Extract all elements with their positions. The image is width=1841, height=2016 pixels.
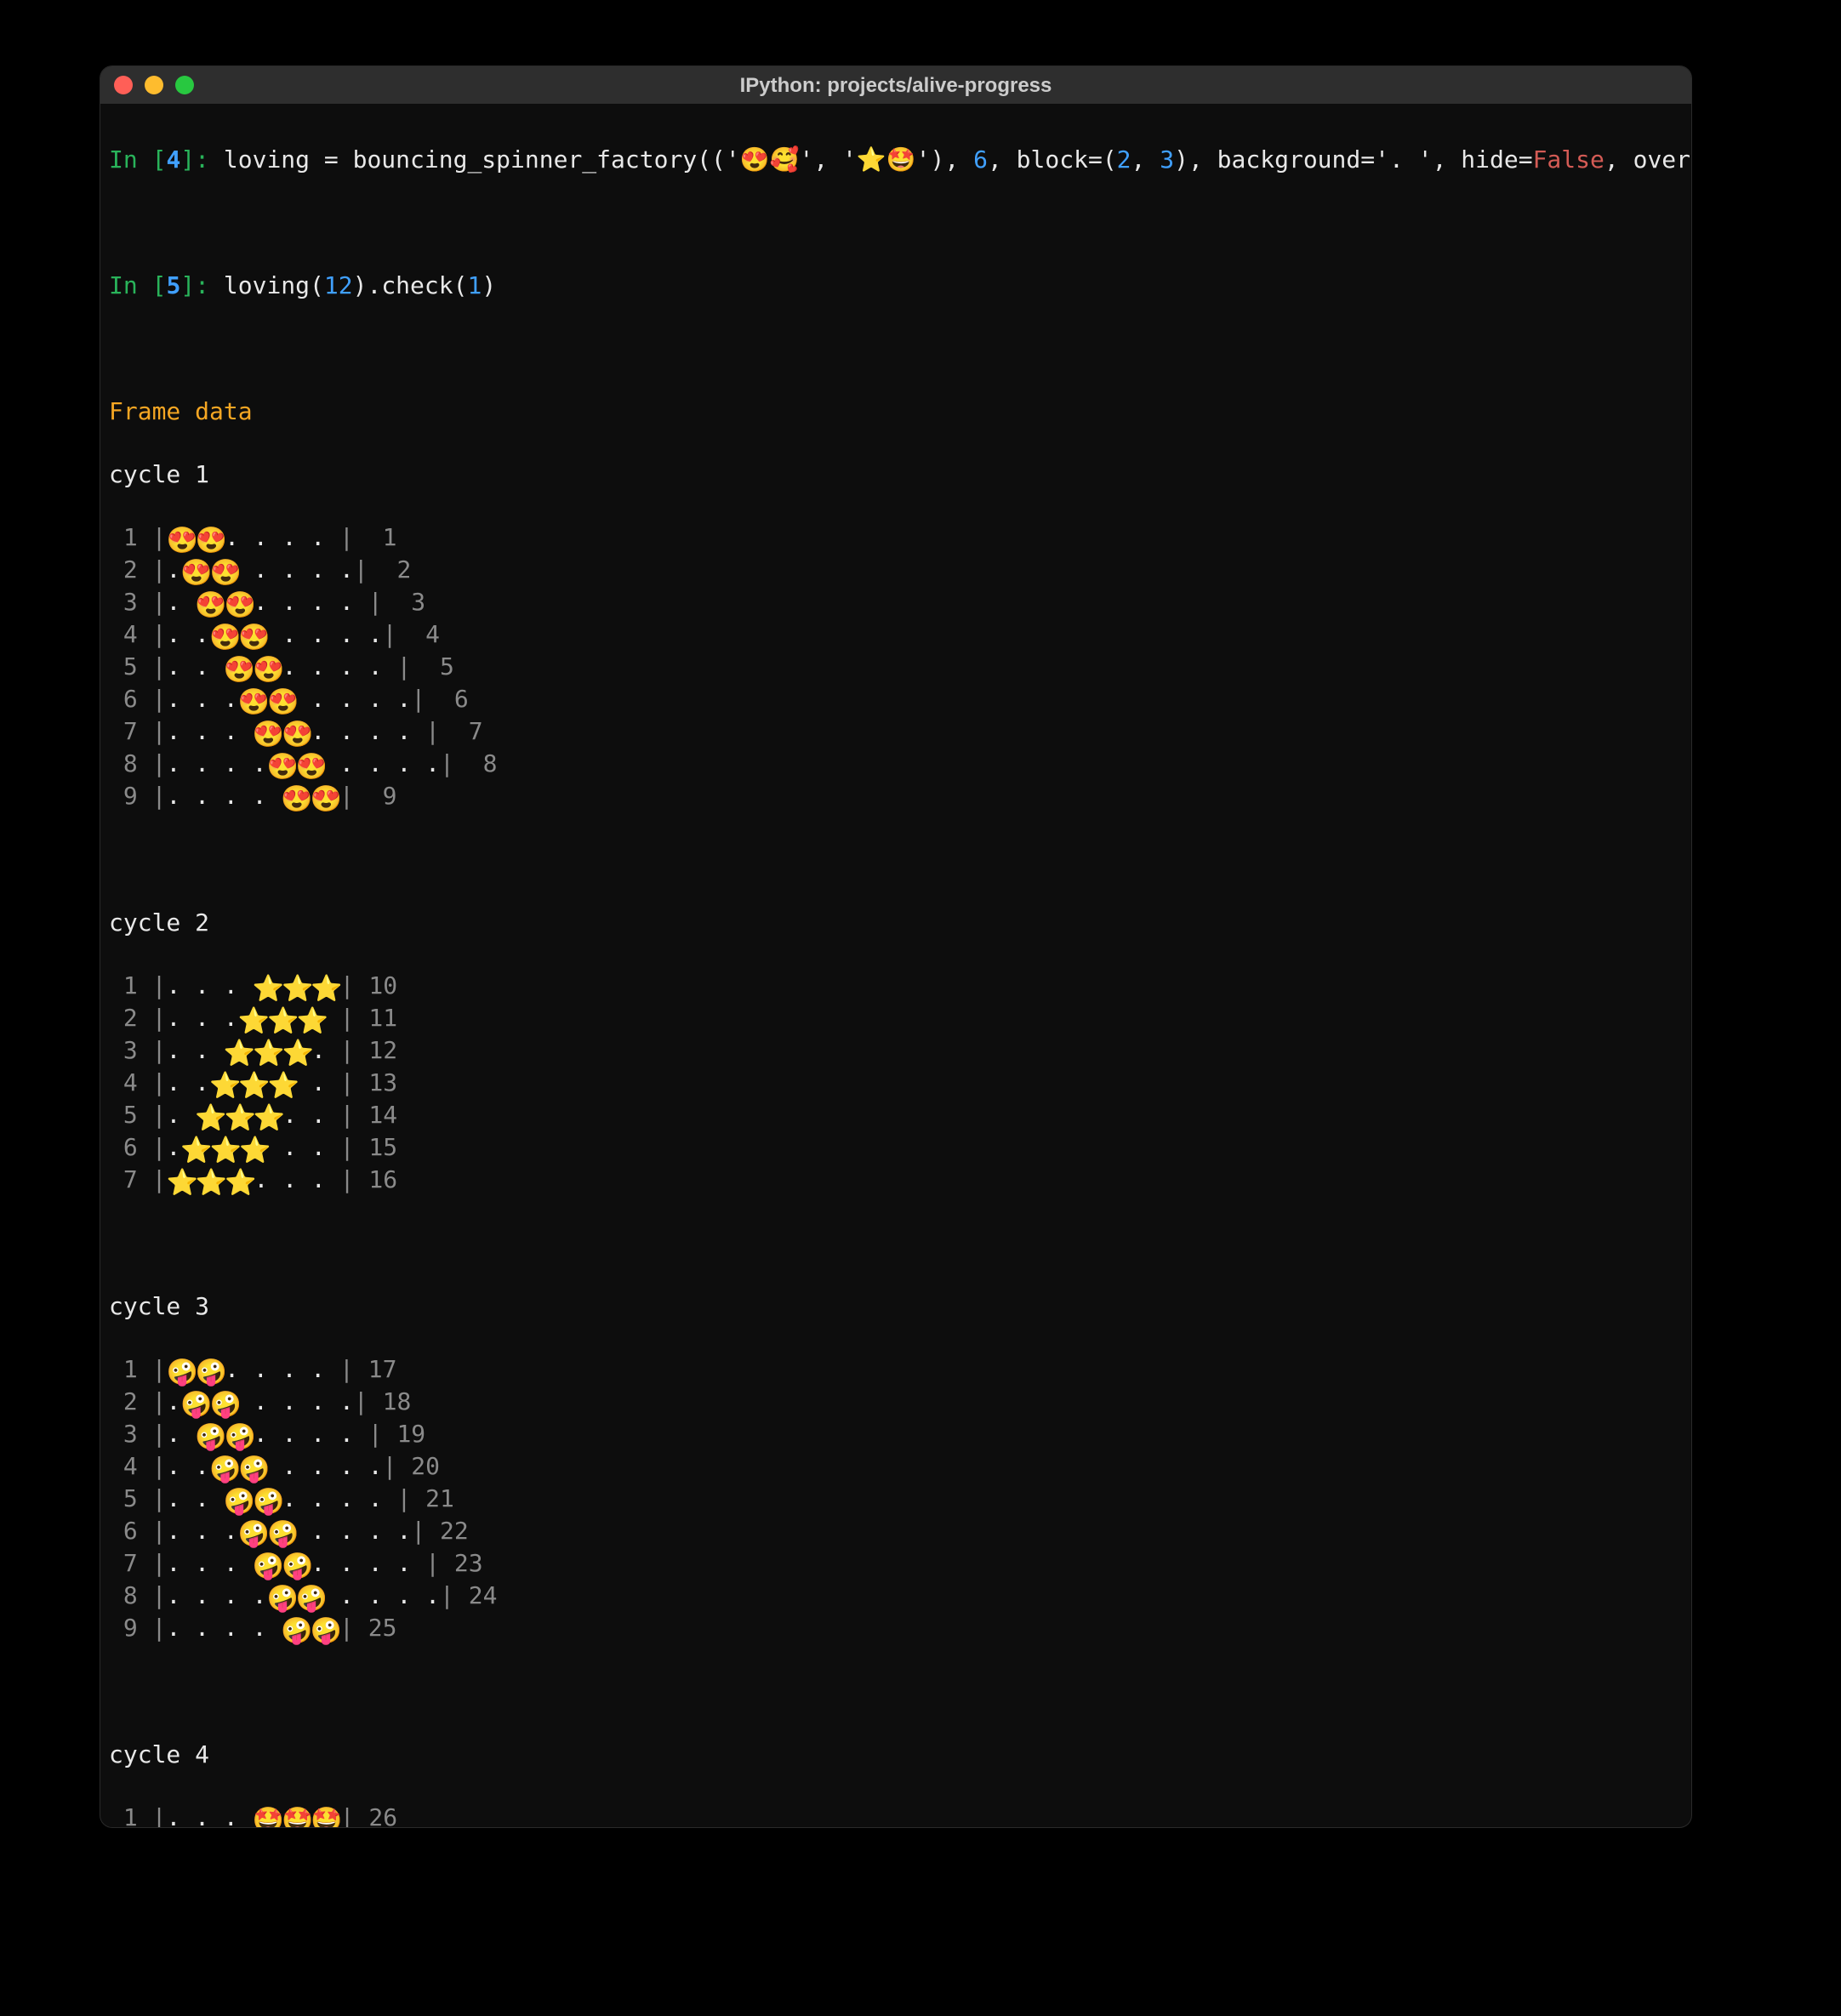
cycle-3-heading: cycle 3 bbox=[109, 1290, 1683, 1322]
frame-row: 4 |. .⭐⭐⭐ . | 13 bbox=[109, 1067, 1683, 1099]
frame-row: 7 |⭐⭐⭐. . . | 16 bbox=[109, 1164, 1683, 1196]
input-line-5: In [5]: loving(12).check(1) bbox=[109, 270, 1683, 301]
traffic-lights bbox=[114, 76, 194, 94]
frame-row: 6 |. . .🤪🤪 . . . .| 22 bbox=[109, 1515, 1683, 1547]
frame-row: 2 |.😍😍 . . . .| 2 bbox=[109, 554, 1683, 586]
frame-row: 6 |.⭐⭐⭐ . . | 15 bbox=[109, 1131, 1683, 1164]
frame-row: 2 |. . .⭐⭐⭐ | 11 bbox=[109, 1002, 1683, 1034]
frame-row: 1 |. . . 🤩🤩🤩| 26 bbox=[109, 1802, 1683, 1827]
frame-row: 4 |. .🤪🤪 . . . .| 20 bbox=[109, 1450, 1683, 1483]
cycle-4-heading: cycle 4 bbox=[109, 1739, 1683, 1770]
frame-row: 7 |. . . 😍😍. . . . | 7 bbox=[109, 715, 1683, 748]
cycle-1-rows: 1 |😍😍. . . . | 1 2 |.😍😍 . . . .| 2 3 |. … bbox=[109, 521, 1683, 812]
frame-row: 8 |. . . .😍😍 . . . .| 8 bbox=[109, 748, 1683, 780]
frame-row: 5 |. . 🤪🤪. . . . | 21 bbox=[109, 1483, 1683, 1515]
frame-row: 3 |. . ⭐⭐⭐. | 12 bbox=[109, 1034, 1683, 1067]
window-title: IPython: projects/alive-progress bbox=[100, 70, 1691, 101]
terminal-window: IPython: projects/alive-progress In [4]:… bbox=[100, 66, 1691, 1827]
minimize-icon[interactable] bbox=[145, 76, 163, 94]
zoom-icon[interactable] bbox=[175, 76, 194, 94]
frame-row: 6 |. . .😍😍 . . . .| 6 bbox=[109, 683, 1683, 715]
cycle-3-rows: 1 |🤪🤪. . . . | 17 2 |.🤪🤪 . . . .| 18 3 |… bbox=[109, 1353, 1683, 1644]
frame-data-heading: Frame data bbox=[109, 396, 1683, 427]
cycle-4-rows: 1 |. . . 🤩🤩🤩| 26 2 |. . .🤩🤩🤩 | 27 3 |. .… bbox=[109, 1802, 1683, 1827]
frame-row: 9 |. . . . 😍😍| 9 bbox=[109, 780, 1683, 812]
frame-row: 1 |😍😍. . . . | 1 bbox=[109, 521, 1683, 554]
cycle-2-heading: cycle 2 bbox=[109, 907, 1683, 938]
frame-row: 8 |. . . .🤪🤪 . . . .| 24 bbox=[109, 1580, 1683, 1612]
cycle-1-heading: cycle 1 bbox=[109, 458, 1683, 490]
frame-row: 3 |. 😍😍. . . . | 3 bbox=[109, 586, 1683, 618]
frame-row: 5 |. . 😍😍. . . . | 5 bbox=[109, 651, 1683, 683]
frame-row: 1 |. . . ⭐⭐⭐| 10 bbox=[109, 970, 1683, 1002]
cycle-2-rows: 1 |. . . ⭐⭐⭐| 10 2 |. . .⭐⭐⭐ | 11 3 |. .… bbox=[109, 970, 1683, 1196]
frame-row: 7 |. . . 🤪🤪. . . . | 23 bbox=[109, 1547, 1683, 1580]
frame-row: 4 |. .😍😍 . . . .| 4 bbox=[109, 618, 1683, 651]
frame-row: 9 |. . . . 🤪🤪| 25 bbox=[109, 1612, 1683, 1644]
terminal-body[interactable]: In [4]: loving = bouncing_spinner_factor… bbox=[100, 104, 1691, 1827]
titlebar: IPython: projects/alive-progress bbox=[100, 66, 1691, 104]
input-line-4: In [4]: loving = bouncing_spinner_factor… bbox=[109, 144, 1683, 175]
frame-row: 3 |. 🤪🤪. . . . | 19 bbox=[109, 1418, 1683, 1450]
frame-row: 5 |. ⭐⭐⭐. . | 14 bbox=[109, 1099, 1683, 1131]
frame-row: 1 |🤪🤪. . . . | 17 bbox=[109, 1353, 1683, 1386]
frame-row: 2 |.🤪🤪 . . . .| 18 bbox=[109, 1386, 1683, 1418]
close-icon[interactable] bbox=[114, 76, 133, 94]
